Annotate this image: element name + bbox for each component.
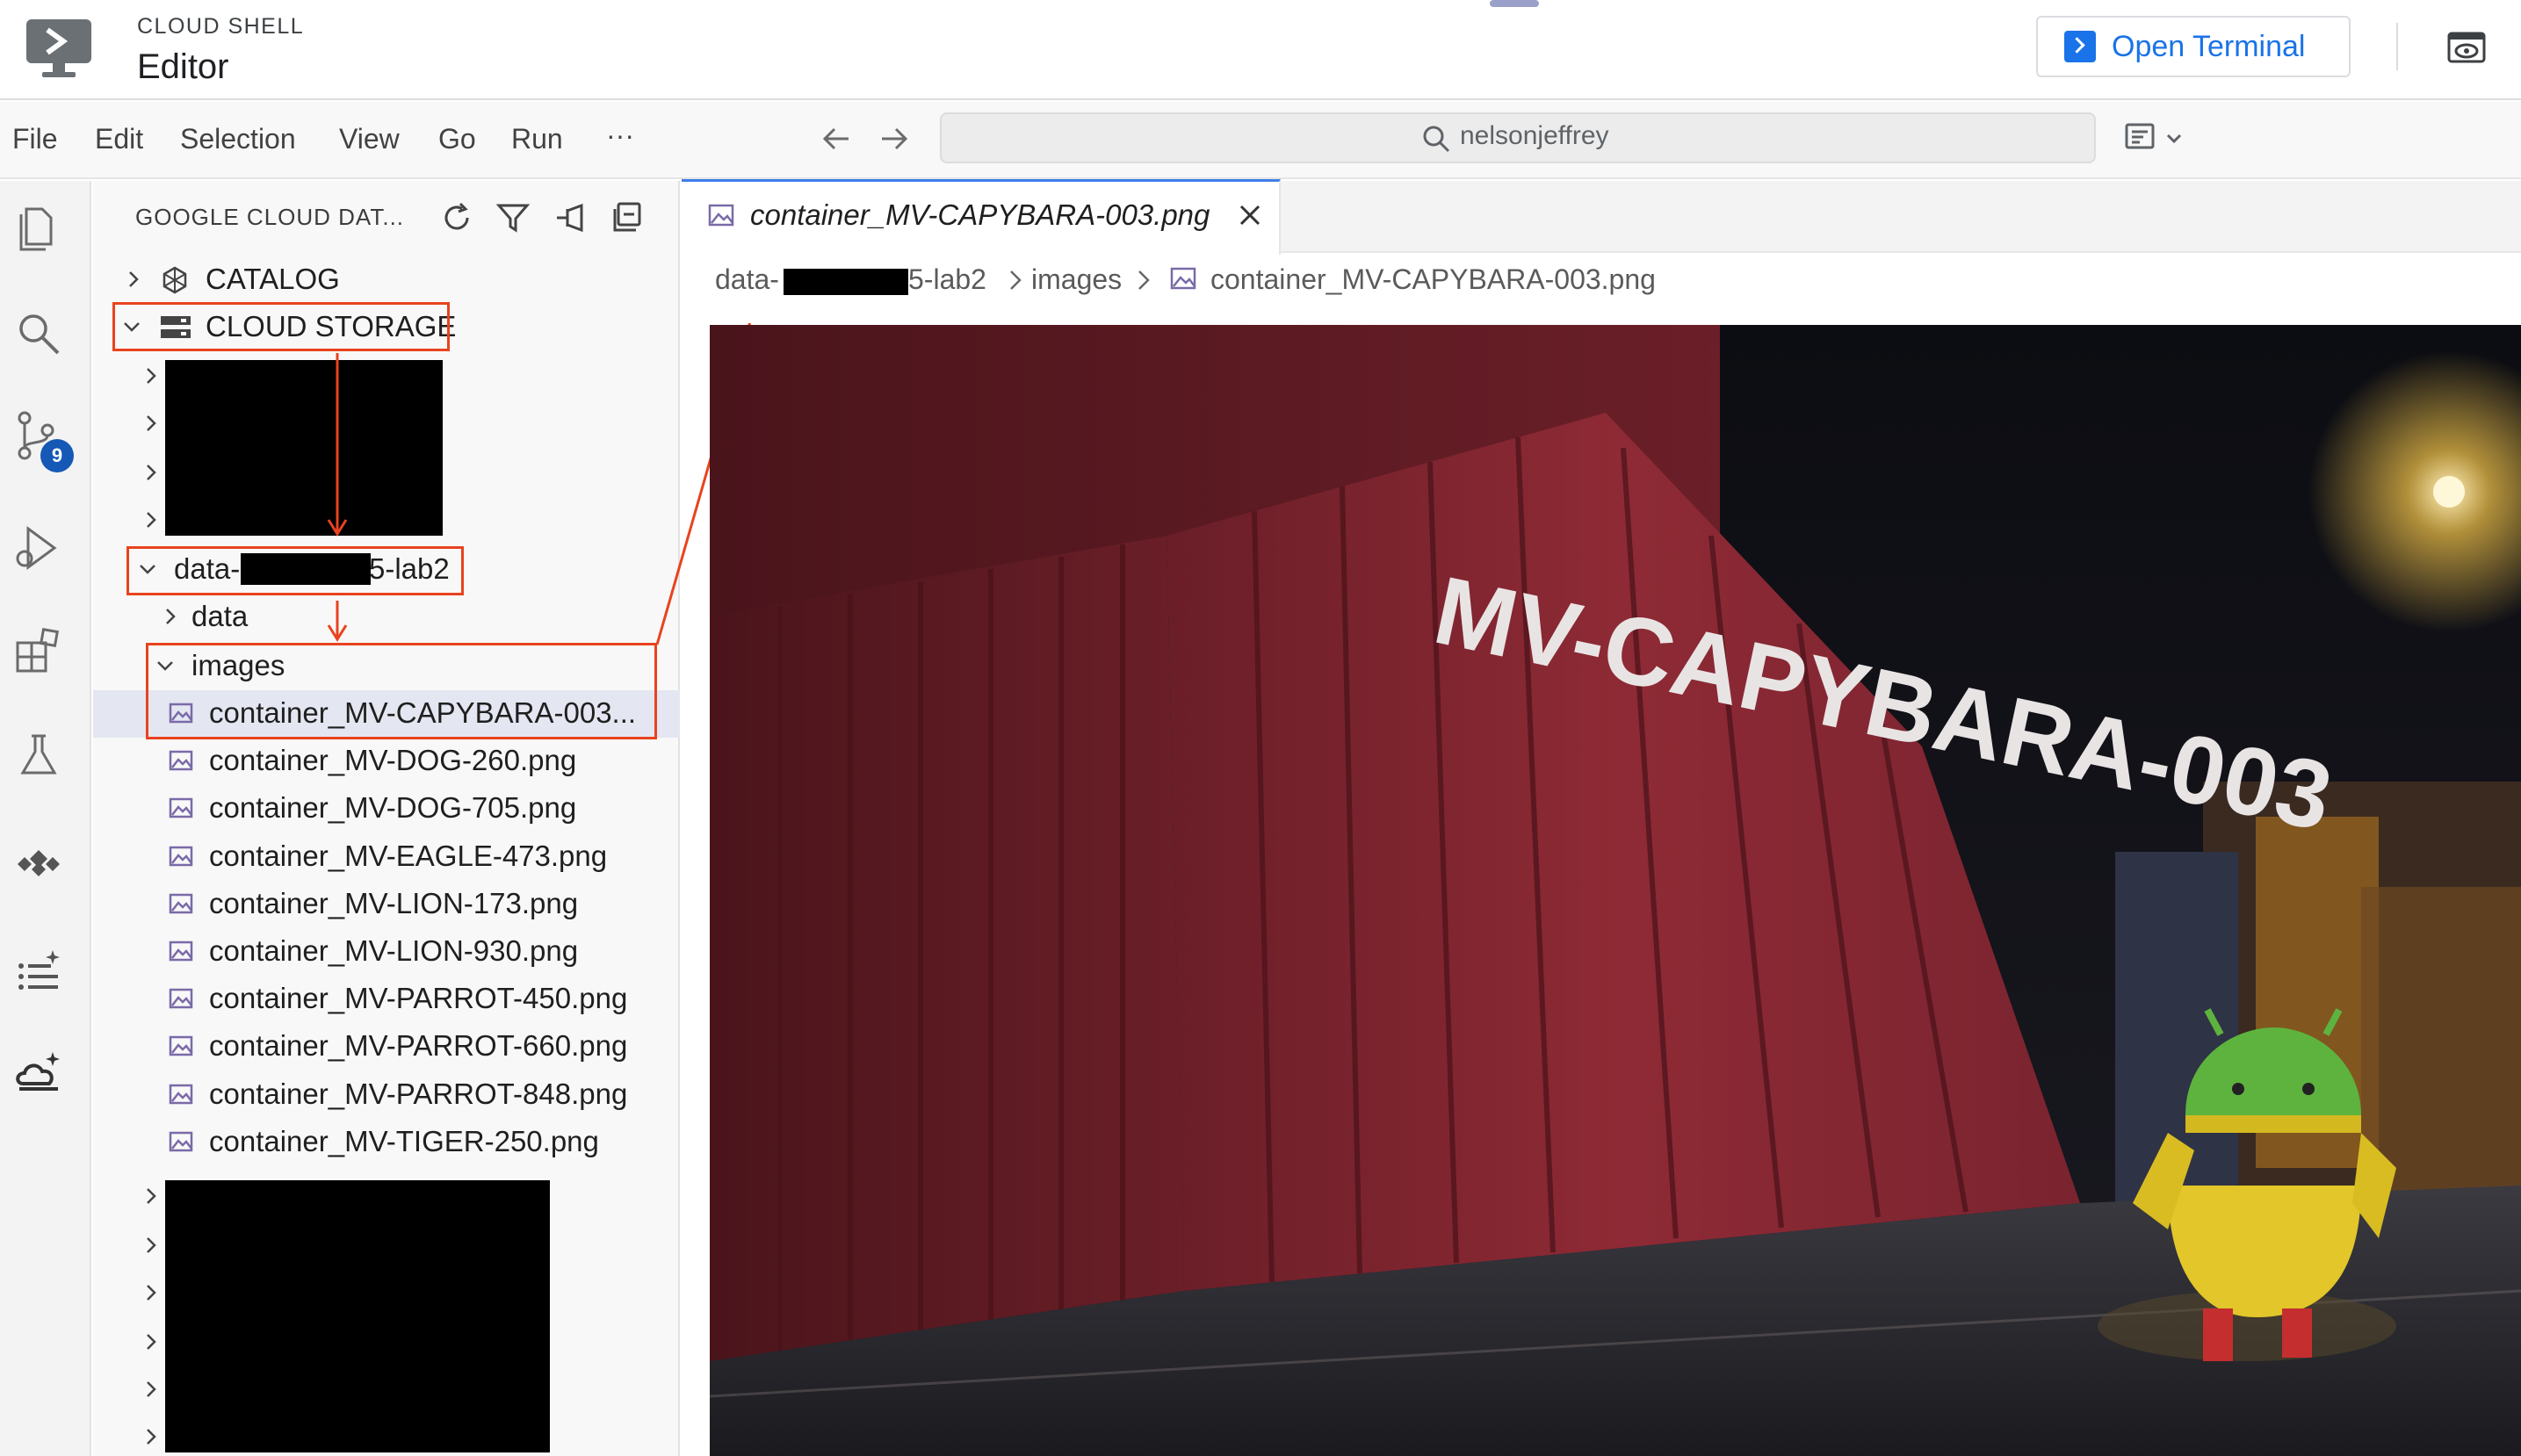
file-name: container_MV-LION-173.png [209, 887, 579, 919]
image-file-icon [169, 797, 193, 818]
breadcrumb-bucket-prefix[interactable]: data- [715, 263, 779, 296]
tree-item-file[interactable]: container_MV-EAGLE-473.png [163, 833, 655, 879]
menu-file[interactable]: File [12, 123, 58, 155]
filter-icon[interactable] [495, 200, 531, 235]
image-file-icon [169, 988, 193, 1009]
file-name: container_MV-PARROT-450.png [209, 982, 628, 1014]
container-photo: MV-CAPYBARA-003 [710, 325, 2521, 1456]
page-title: Editor [137, 47, 229, 86]
cloud-shell-editor-window: CLOUD SHELL Editor Open Terminal File Ed… [0, 0, 2521, 1456]
tree-item-file[interactable]: container_MV-DOG-260.png [163, 738, 655, 783]
header-divider [2396, 23, 2398, 70]
testing-icon[interactable] [12, 729, 65, 782]
chevron-right-icon[interactable] [142, 1187, 160, 1205]
open-terminal-label: Open Terminal [2112, 29, 2306, 63]
annotation-box-images [146, 643, 657, 739]
chevron-right-icon [129, 271, 139, 287]
image-preview: MV-CAPYBARA-003 [710, 325, 2521, 1456]
image-file-icon [1170, 267, 1196, 290]
sidebar-title: GOOGLE CLOUD DAT... [135, 204, 405, 230]
image-file-icon [169, 846, 193, 867]
chevron-right-icon[interactable] [142, 464, 160, 481]
menu-run[interactable]: Run [511, 123, 563, 155]
chevron-right-icon[interactable] [142, 367, 160, 385]
pin-icon[interactable] [553, 200, 589, 235]
terminal-icon [2064, 31, 2096, 62]
menu-selection[interactable]: Selection [180, 123, 296, 155]
catalog-label: CATALOG [206, 263, 340, 295]
app-brand: CLOUD SHELL [137, 14, 305, 39]
search-text: nelsonjeffrey [1460, 121, 1609, 150]
file-name: container_MV-DOG-705.png [209, 791, 577, 824]
redacted-bucket-list [165, 360, 443, 536]
run-debug-icon[interactable] [12, 522, 65, 574]
menu-more[interactable]: ··· [606, 119, 634, 152]
cloud-shell-logo [26, 19, 91, 77]
folder-data-label: data [191, 600, 249, 632]
annotation-box-cloud-storage [112, 302, 450, 351]
image-file-icon [169, 941, 193, 962]
tree-item-file[interactable]: container_MV-PARROT-450.png [163, 976, 655, 1021]
menu-view[interactable]: View [339, 123, 400, 155]
chevron-right-icon[interactable] [142, 414, 160, 432]
extensions-icon[interactable] [12, 625, 65, 678]
redacted-bucket-list-bottom [165, 1180, 550, 1452]
breadcrumb-bucket-suffix[interactable]: 5-lab2 [908, 263, 986, 296]
menu-go[interactable]: Go [438, 123, 476, 155]
drag-handle[interactable] [1490, 0, 1539, 7]
file-name: container_MV-PARROT-660.png [209, 1029, 628, 1062]
chevron-right-icon[interactable] [142, 1236, 160, 1254]
image-file-icon [169, 1131, 193, 1152]
file-name: container_MV-DOG-260.png [209, 744, 577, 776]
gemini-cloud-icon[interactable] [12, 1049, 65, 1101]
tree-item-file[interactable]: container_MV-PARROT-660.png [163, 1023, 655, 1069]
redacted-breadcrumb-bucket [784, 269, 908, 295]
tree-item-folder-data[interactable]: data [158, 594, 422, 639]
chevron-right-icon[interactable] [142, 511, 160, 529]
web-preview-icon[interactable] [2447, 32, 2486, 63]
image-file-icon [169, 893, 193, 914]
tasks-icon[interactable] [12, 945, 65, 998]
tree-item-file[interactable]: container_MV-LION-173.png [163, 881, 655, 926]
refresh-icon[interactable] [439, 200, 474, 235]
image-file-icon [169, 750, 193, 771]
chevron-right-icon[interactable] [142, 1284, 160, 1301]
image-file-icon [169, 1084, 193, 1105]
search-icon[interactable] [12, 307, 65, 360]
back-arrow-icon[interactable] [819, 121, 854, 156]
search-icon [1423, 126, 1450, 153]
file-name: container_MV-EAGLE-473.png [209, 840, 608, 872]
cloud-code-icon[interactable] [12, 836, 65, 889]
chevron-right-icon [166, 609, 176, 624]
breadcrumb-file[interactable]: container_MV-CAPYBARA-003.png [1210, 263, 1656, 296]
tree-item-file[interactable]: container_MV-LION-930.png [163, 928, 655, 974]
layout-dropdown-icon[interactable] [2124, 121, 2191, 156]
tab-label: container_MV-CAPYBARA-003.png [750, 198, 1210, 231]
chevron-right-icon[interactable] [142, 1380, 160, 1398]
image-file-icon [708, 204, 734, 227]
chevron-right-icon [1138, 270, 1150, 290]
explorer-icon[interactable] [12, 200, 65, 253]
collapse-all-icon[interactable] [610, 200, 645, 235]
tree-item-file[interactable]: container_MV-DOG-705.png [163, 785, 655, 831]
activity-bar [0, 181, 91, 1456]
forward-arrow-icon[interactable] [877, 121, 912, 156]
file-name: container_MV-TIGER-250.png [209, 1125, 599, 1157]
annotation-box-bucket [126, 546, 464, 595]
breadcrumb-folder[interactable]: images [1031, 263, 1122, 296]
chevron-right-icon[interactable] [142, 1333, 160, 1351]
tree-item-file[interactable]: container_MV-PARROT-848.png [163, 1071, 655, 1117]
file-name: container_MV-PARROT-848.png [209, 1078, 628, 1110]
menu-edit[interactable]: Edit [95, 123, 143, 155]
catalog-icon [163, 266, 187, 294]
chevron-right-icon[interactable] [142, 1428, 160, 1445]
image-file-icon [169, 1035, 193, 1056]
close-icon[interactable] [1237, 202, 1263, 228]
tree-item-catalog[interactable]: CATALOG [123, 256, 650, 302]
open-terminal-button[interactable]: Open Terminal [2036, 16, 2351, 77]
file-name: container_MV-LION-930.png [209, 934, 579, 967]
chevron-right-icon [1010, 270, 1022, 290]
source-control-badge: 9 [40, 439, 74, 472]
tree-item-file[interactable]: container_MV-TIGER-250.png [163, 1119, 655, 1164]
